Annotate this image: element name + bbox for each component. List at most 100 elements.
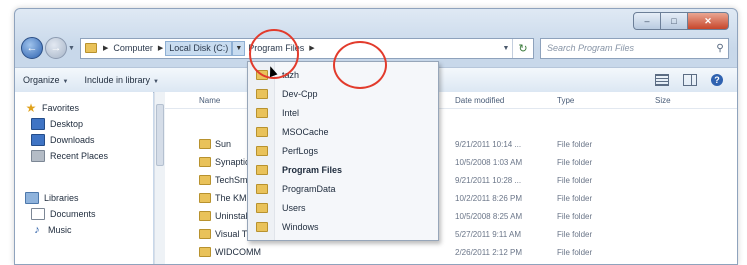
preview-pane-icon[interactable]	[683, 74, 697, 86]
change-view-icon[interactable]	[655, 74, 669, 86]
breadcrumb-computer[interactable]: Computer	[110, 39, 156, 58]
minimize-button[interactable]: –	[633, 12, 661, 30]
file-type: File folder	[557, 247, 593, 257]
nav-documents[interactable]: Documents	[31, 206, 96, 222]
folder-icon	[256, 202, 268, 213]
file-date: 10/5/2008 1:03 AM	[455, 157, 523, 167]
column-header-name[interactable]: Name	[199, 96, 220, 105]
desktop-icon	[31, 118, 45, 130]
recent-pages-dropdown[interactable]: ▼	[68, 45, 76, 52]
nav-downloads[interactable]: Downloads	[31, 132, 95, 148]
dropdown-item[interactable]: PerfLogs	[248, 142, 438, 159]
highlight-circle	[333, 41, 387, 89]
nav-music[interactable]: ♪ Music	[31, 222, 72, 238]
documents-icon	[31, 208, 45, 220]
search-icon[interactable]: ⚲	[712, 43, 728, 54]
folder-icon	[256, 107, 268, 118]
nav-label: Desktop	[50, 119, 84, 129]
dropdown-item[interactable]: MSOCache	[248, 123, 438, 140]
file-row[interactable]: WIDCOMM 2/26/2011 2:12 PM File folder	[165, 244, 737, 260]
file-date: 10/5/2008 8:25 AM	[455, 211, 523, 221]
folder-icon	[199, 139, 211, 149]
search-input[interactable]: Search Program Files ⚲	[540, 37, 729, 59]
file-type: File folder	[557, 211, 593, 221]
search-placeholder[interactable]: Search Program Files	[541, 43, 712, 53]
folder-icon	[256, 145, 268, 156]
include-in-library-button[interactable]: Include in library ▼	[76, 75, 166, 85]
nav-libraries[interactable]: Libraries	[25, 190, 79, 206]
folder-icon	[256, 88, 268, 99]
file-date: 9/21/2011 10:28 ...	[455, 175, 522, 185]
dropdown-item[interactable]: ProgramData	[248, 180, 438, 197]
folder-icon	[199, 211, 211, 221]
nav-label: Favorites	[42, 103, 80, 113]
dropdown-item-selected[interactable]: Program Files	[248, 161, 438, 178]
file-type: File folder	[557, 139, 593, 149]
column-header-type[interactable]: Type	[557, 96, 574, 105]
nav-label: Recent Places	[50, 151, 109, 161]
dropdown-item[interactable]: Dev-Cpp	[248, 85, 438, 102]
dropdown-item-label: PerfLogs	[282, 145, 319, 156]
downloads-icon	[31, 134, 45, 146]
refresh-icon[interactable]: ↻	[512, 38, 533, 58]
folder-icon	[256, 221, 268, 232]
file-date: 9/21/2011 10:14 ...	[455, 139, 522, 149]
organize-label: Organize	[23, 75, 60, 85]
organize-button[interactable]: Organize ▼	[15, 75, 76, 85]
file-type: File folder	[557, 193, 593, 203]
folder-icon	[199, 229, 211, 239]
scrollbar-thumb[interactable]	[156, 104, 164, 166]
address-bar[interactable]: ▶ Computer ▶ Local Disk (C:) ▼ Program F…	[80, 37, 534, 59]
back-button[interactable]: ←	[21, 37, 43, 59]
nav-label: Documents	[50, 209, 96, 219]
window-caption-buttons: – □ ✕	[633, 12, 729, 30]
file-date: 10/2/2011 8:26 PM	[455, 193, 523, 203]
nav-desktop[interactable]: Desktop	[31, 116, 83, 132]
dropdown-item-label: MSOCache	[282, 126, 329, 137]
folder-icon	[256, 164, 268, 175]
star-icon: ★	[25, 101, 37, 115]
include-in-library-label: Include in library	[84, 75, 151, 85]
file-date: 2/26/2011 2:12 PM	[455, 247, 523, 257]
help-icon[interactable]: ?	[711, 74, 723, 86]
chevron-down-icon[interactable]: ▼	[232, 40, 246, 56]
dropdown-item-label: Windows	[282, 221, 319, 232]
nav-label: Music	[48, 225, 72, 235]
dropdown-item-label: Intel	[282, 107, 300, 118]
breadcrumb-local-disk[interactable]: Local Disk (C:)	[165, 39, 233, 58]
folder-icon	[85, 43, 97, 53]
maximize-button[interactable]: □	[661, 12, 688, 30]
subfolder-dropdown-menu: tazh Dev-Cpp Intel MSOCache PerfLogs Pro…	[247, 61, 439, 241]
nav-label: Libraries	[44, 193, 79, 203]
dropdown-item-label: Dev-Cpp	[282, 88, 318, 99]
file-type: File folder	[557, 175, 593, 185]
file-type: File folder	[557, 229, 593, 239]
file-type: File folder	[557, 157, 593, 167]
folder-icon	[199, 175, 211, 185]
breadcrumb-label[interactable]: Computer	[110, 43, 156, 53]
nav-recent-places[interactable]: Recent Places	[31, 148, 108, 164]
chevron-right-icon[interactable]: ▶	[101, 44, 110, 52]
chevron-down-icon: ▼	[153, 79, 159, 85]
folder-icon	[256, 126, 268, 137]
nav-label: Downloads	[50, 135, 95, 145]
folder-icon	[199, 193, 211, 203]
forward-button[interactable]: →	[45, 37, 67, 59]
libraries-icon	[25, 192, 39, 204]
dropdown-item[interactable]: Users	[248, 199, 438, 216]
close-button[interactable]: ✕	[688, 12, 729, 30]
chevron-right-icon[interactable]: ▶	[307, 44, 316, 52]
column-header-size[interactable]: Size	[655, 96, 671, 105]
music-icon: ♪	[34, 224, 40, 236]
column-header-date-modified[interactable]: Date modified	[455, 96, 504, 105]
chevron-right-icon[interactable]: ▶	[156, 44, 165, 52]
address-history-dropdown[interactable]: ▼	[500, 45, 512, 52]
dropdown-item[interactable]: Intel	[248, 104, 438, 121]
dropdown-item[interactable]: Windows	[248, 218, 438, 235]
recent-places-icon	[31, 150, 45, 162]
file-name: WIDCOMM	[215, 247, 261, 257]
folder-icon	[199, 157, 211, 167]
nav-favorites[interactable]: ★ Favorites	[25, 100, 79, 116]
dropdown-item-label: Users	[282, 202, 306, 213]
breadcrumb-label[interactable]: Local Disk (C:)	[165, 40, 233, 56]
